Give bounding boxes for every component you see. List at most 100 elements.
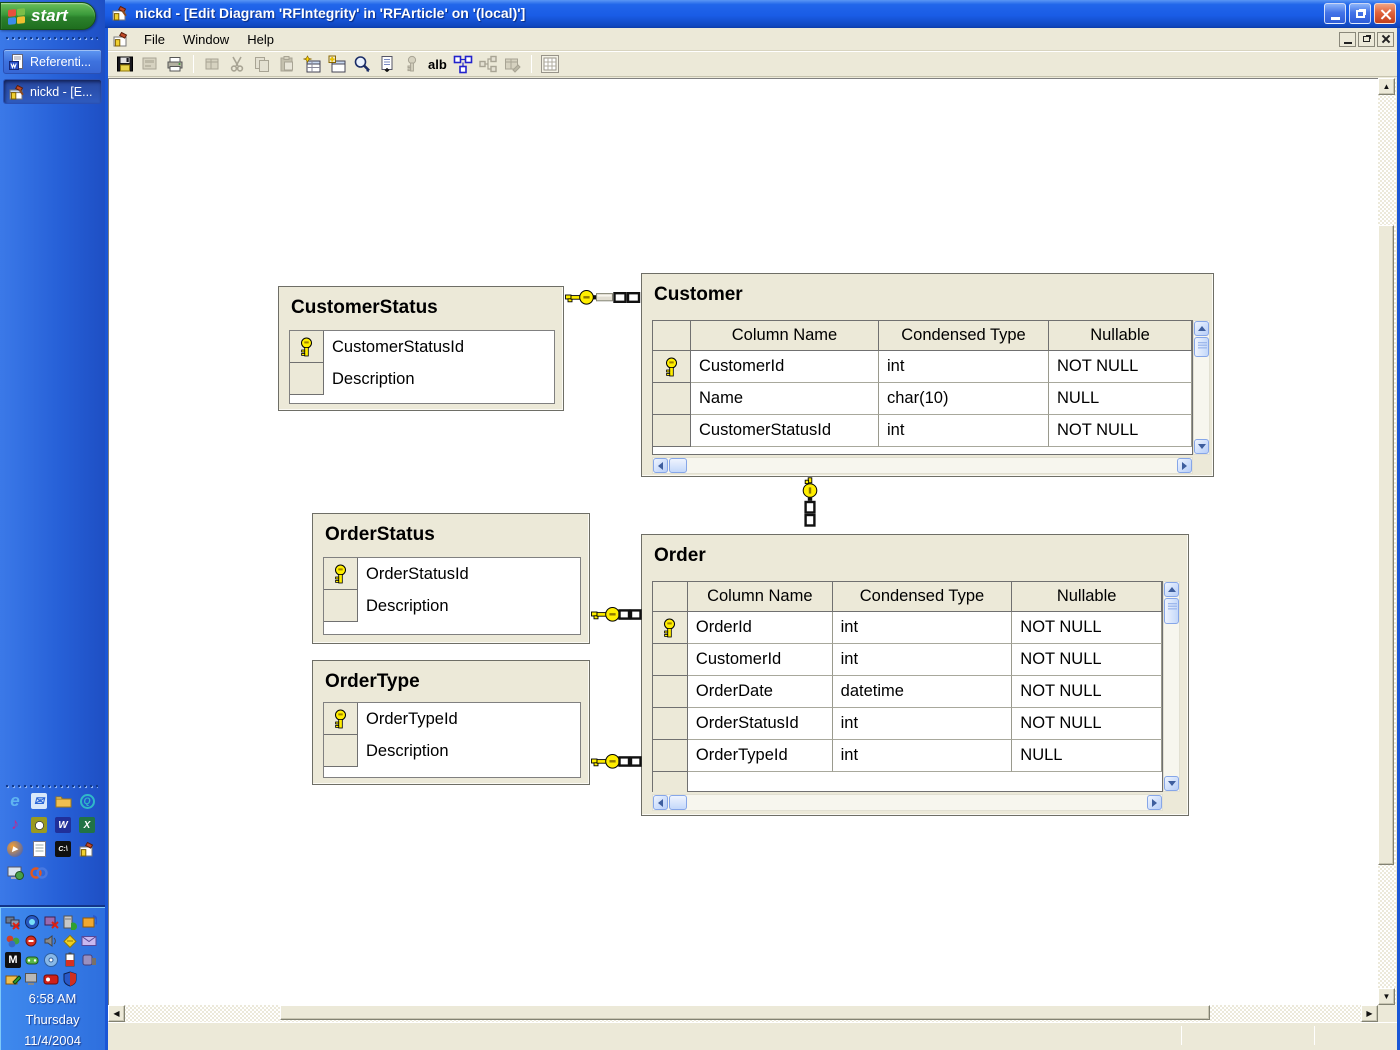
- menu-window[interactable]: Window: [174, 29, 238, 50]
- row-selector[interactable]: [324, 735, 358, 767]
- tray-agent-icon[interactable]: [24, 914, 40, 930]
- copy-icon[interactable]: [251, 53, 273, 75]
- cell-type[interactable]: datetime: [833, 676, 1013, 708]
- tray-cd-icon[interactable]: [43, 952, 59, 968]
- scrollbar-thumb[interactable]: [669, 458, 687, 473]
- new-table-icon[interactable]: [301, 53, 323, 75]
- music-player-icon[interactable]: ♪: [5, 815, 25, 835]
- tray-folder-pencil-icon[interactable]: [5, 971, 21, 987]
- scrollbar-thumb[interactable]: [280, 1005, 1210, 1020]
- relationship-orderstatus-order[interactable]: [590, 606, 642, 623]
- relationship-customer-order[interactable]: [801, 477, 819, 534]
- cell-type[interactable]: int: [833, 644, 1013, 676]
- row-selector[interactable]: [653, 415, 691, 447]
- tray-ati-icon[interactable]: [43, 971, 59, 987]
- name-label-icon[interactable]: alb: [426, 53, 449, 75]
- table-row[interactable]: OrderStatusId int NOT NULL: [653, 708, 1162, 740]
- cell-nullable[interactable]: NOT NULL: [1012, 644, 1162, 676]
- relationship-ordertype-order[interactable]: [590, 753, 642, 770]
- close-button[interactable]: [1374, 3, 1396, 24]
- canvas-vertical-scrollbar[interactable]: ▲ ▼: [1378, 78, 1396, 1005]
- tray-volume-icon[interactable]: [43, 933, 59, 949]
- canvas-horizontal-scrollbar[interactable]: ◀ ▶: [108, 1005, 1378, 1022]
- column-name[interactable]: Description: [366, 590, 449, 622]
- table-title[interactable]: OrderStatus: [325, 524, 435, 546]
- cell-nullable[interactable]: NOT NULL: [1012, 676, 1162, 708]
- print-icon[interactable]: [164, 53, 186, 75]
- table-order[interactable]: Order Column Name Condensed Type Nullabl…: [641, 534, 1189, 816]
- tray-device-icon[interactable]: [81, 952, 97, 968]
- properties-icon[interactable]: [139, 53, 161, 75]
- tray-diamond-icon[interactable]: [62, 933, 78, 949]
- command-prompt-icon[interactable]: C:\: [53, 839, 73, 859]
- table-title[interactable]: Customer: [654, 284, 743, 306]
- column-name[interactable]: OrderStatusId: [366, 558, 469, 590]
- tray-server-icon[interactable]: [62, 914, 78, 930]
- folder-icon[interactable]: [53, 791, 73, 811]
- row-selector[interactable]: [324, 590, 358, 622]
- cell-type[interactable]: int: [833, 740, 1013, 772]
- row-selector-pk[interactable]: [324, 558, 358, 590]
- table-vertical-scrollbar[interactable]: [1163, 581, 1180, 792]
- row-selector-pk[interactable]: [653, 612, 688, 644]
- row-selector-pk[interactable]: [653, 351, 691, 383]
- taskbar-drag-handle[interactable]: [4, 35, 98, 41]
- tray-monitor-icon[interactable]: [24, 971, 40, 987]
- cell-column-name[interactable]: CustomerStatusId: [691, 415, 879, 447]
- scroll-left-button[interactable]: [653, 795, 668, 810]
- clock-app-icon[interactable]: [29, 815, 49, 835]
- diagram-canvas[interactable]: CustomerStatus CustomerStatusId Descript…: [108, 78, 1378, 1005]
- tray-mail-icon[interactable]: [81, 933, 97, 949]
- empty-row[interactable]: [653, 772, 1162, 792]
- table-horizontal-scrollbar[interactable]: [652, 457, 1193, 474]
- tray-sync-folder-icon[interactable]: [81, 914, 97, 930]
- outlook-express-icon[interactable]: ✉: [29, 791, 49, 811]
- cell-type[interactable]: int: [833, 708, 1013, 740]
- scroll-down-button[interactable]: [1194, 439, 1209, 454]
- table-title[interactable]: OrderType: [325, 671, 420, 693]
- save-icon[interactable]: [114, 53, 136, 75]
- table-title[interactable]: CustomerStatus: [291, 297, 438, 319]
- cell-type[interactable]: int: [879, 351, 1049, 383]
- primary-key-icon[interactable]: [401, 53, 423, 75]
- modify-table-icon[interactable]: [502, 53, 524, 75]
- table-orderstatus[interactable]: OrderStatus OrderStatusId Description: [312, 513, 590, 644]
- table-ordertype[interactable]: OrderType OrderTypeId Description: [312, 660, 590, 785]
- scroll-down-button[interactable]: ▼: [1378, 988, 1395, 1005]
- column-name[interactable]: Description: [366, 735, 449, 767]
- tray-display-error-icon[interactable]: [43, 914, 59, 930]
- cell-column-name[interactable]: OrderDate: [688, 676, 833, 708]
- relationship-customerstatus-customer[interactable]: [564, 289, 642, 306]
- row-selector[interactable]: [653, 383, 691, 415]
- sql-diagram-icon[interactable]: [77, 839, 97, 859]
- dependencies-icon[interactable]: [477, 53, 499, 75]
- quicklaunch-drag-handle[interactable]: [4, 783, 98, 789]
- cell-nullable[interactable]: NOT NULL: [1012, 612, 1162, 644]
- title-bar[interactable]: nickd - [Edit Diagram 'RFIntegrity' in '…: [105, 0, 1400, 28]
- scrollbar-thumb[interactable]: [669, 795, 687, 810]
- visual-studio-icon[interactable]: [29, 863, 49, 883]
- cell-type[interactable]: int: [879, 415, 1049, 447]
- table-row[interactable]: CustomerId int NOT NULL: [653, 644, 1162, 676]
- cell-column-name[interactable]: OrderStatusId: [688, 708, 833, 740]
- mdi-minimize-button[interactable]: [1339, 32, 1356, 47]
- row-selector[interactable]: [653, 644, 688, 676]
- cell-nullable[interactable]: NULL: [1049, 383, 1192, 415]
- mdi-child-icon[interactable]: [113, 31, 129, 47]
- scroll-down-button[interactable]: [1164, 776, 1179, 791]
- table-row[interactable]: CustomerStatusId int NOT NULL: [653, 415, 1192, 447]
- cell-column-name[interactable]: OrderId: [688, 612, 833, 644]
- relationships-icon[interactable]: [452, 53, 474, 75]
- table-horizontal-scrollbar[interactable]: [652, 794, 1163, 811]
- tray-stop-icon[interactable]: [24, 933, 40, 949]
- media-player-icon[interactable]: ▶: [5, 839, 25, 859]
- cell-column-name[interactable]: Name: [691, 383, 879, 415]
- row-selector-pk[interactable]: [324, 703, 358, 735]
- scroll-right-button[interactable]: ▶: [1361, 1005, 1378, 1022]
- row-selector[interactable]: [653, 676, 688, 708]
- monitor-globe-icon[interactable]: [5, 863, 25, 883]
- row-selector[interactable]: [290, 363, 324, 395]
- table-vertical-scrollbar[interactable]: [1193, 320, 1210, 455]
- tray-users-icon[interactable]: [5, 933, 21, 949]
- notepad-icon[interactable]: [29, 839, 49, 859]
